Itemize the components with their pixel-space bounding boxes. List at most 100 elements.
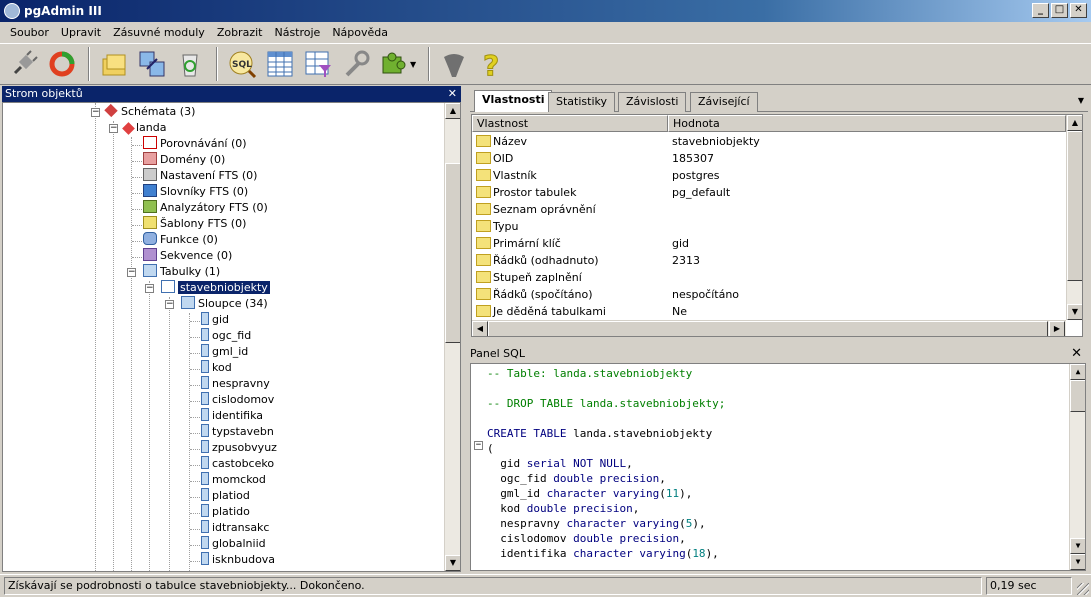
fold-toggle[interactable]: − xyxy=(474,441,483,450)
menu-nastroje[interactable]: Nástroje xyxy=(268,26,326,39)
property-row[interactable]: OID 185307 xyxy=(472,150,1066,167)
resize-grip[interactable] xyxy=(1077,583,1089,595)
property-value: postgres xyxy=(672,169,720,182)
maximize-button[interactable]: □ xyxy=(1051,3,1068,18)
tree-node-nastaveni-fts[interactable]: Nastavení FTS (0) xyxy=(143,168,257,184)
scroll-up-button[interactable]: ▲ xyxy=(445,103,460,119)
tree-node-domeny[interactable]: Domény (0) xyxy=(143,152,225,168)
property-row[interactable]: Typu xyxy=(472,218,1066,235)
menu-zobrazit[interactable]: Zobrazit xyxy=(211,26,269,39)
menu-soubor[interactable]: Soubor xyxy=(4,26,55,39)
scroll-up-button[interactable]: ▲ xyxy=(1070,364,1085,380)
scrollbar-thumb[interactable] xyxy=(1070,380,1085,412)
property-row[interactable]: Prostor tabulek pg_default xyxy=(472,184,1066,201)
close-window-button[interactable]: ✕ xyxy=(1070,3,1087,18)
scrollbar-thumb[interactable] xyxy=(445,163,460,343)
tree-node-column[interactable]: isknbudova xyxy=(201,552,275,568)
column-label: castobceko xyxy=(212,457,275,470)
column-label: zpusobvyuz xyxy=(212,441,277,454)
property-name: Primární klíč xyxy=(493,237,561,250)
tree-node-funkce[interactable]: Funkce (0) xyxy=(143,232,218,248)
property-row[interactable]: Řádků (odhadnuto) 2313 xyxy=(472,252,1066,269)
tree-node-column[interactable]: platiod xyxy=(201,488,250,504)
column-header-hodnota[interactable]: Hodnota xyxy=(668,115,1066,132)
menu-upravit[interactable]: Upravit xyxy=(55,26,107,39)
filter-icon[interactable] xyxy=(300,46,336,82)
tree-node-column[interactable]: ogc_fid xyxy=(201,328,251,344)
scroll-down-button[interactable]: ▼ xyxy=(1070,538,1085,554)
tab-vlastnosti[interactable]: Vlastnosti xyxy=(474,90,553,112)
tree-node-column[interactable]: gml_id xyxy=(201,344,248,360)
property-value: Ne xyxy=(672,305,687,318)
tree-node-column[interactable]: globalniid xyxy=(201,536,266,552)
tree-node-stavebniobjekty[interactable]: stavebniobjekty xyxy=(161,280,270,296)
scroll-down-button[interactable]: ▼ xyxy=(445,555,460,571)
tree-node-column[interactable]: idtransakc xyxy=(201,520,269,536)
scroll-down-button[interactable]: ▼ xyxy=(1067,304,1082,320)
recycle-icon[interactable] xyxy=(172,46,208,82)
tree-node-column[interactable]: cislodomov xyxy=(201,392,274,408)
scroll-left-button[interactable]: ◀ xyxy=(472,321,488,336)
collapse-toggle[interactable]: − xyxy=(127,268,136,277)
tree-node-column[interactable]: gid xyxy=(201,312,229,328)
close-icon[interactable]: ✕ xyxy=(448,86,457,102)
tree-node-landa[interactable]: landa xyxy=(122,120,167,136)
tree-node-analyzatory-fts[interactable]: Analyzátory FTS (0) xyxy=(143,200,268,216)
chevron-down-icon[interactable]: ▼ xyxy=(1078,96,1084,105)
tree-node-column[interactable]: castobceko xyxy=(201,456,274,472)
menu-napoveda[interactable]: Nápověda xyxy=(326,26,394,39)
tree-node-column[interactable]: kod xyxy=(201,360,232,376)
tree-node-schemata[interactable]: Schémata (3) xyxy=(104,103,195,120)
help-icon[interactable]: ? xyxy=(474,46,510,82)
property-row[interactable]: Název stavebniobjekty xyxy=(472,133,1066,150)
collapse-toggle[interactable]: − xyxy=(165,300,174,309)
scrollbar-thumb[interactable] xyxy=(488,321,1048,336)
wrench-icon[interactable] xyxy=(338,46,374,82)
scroll-right-button[interactable]: ▶ xyxy=(1049,321,1065,336)
sql-line: -- DROP TABLE landa.stavebniobjekty; xyxy=(487,397,726,410)
tab-zavislosti[interactable]: Závislosti xyxy=(618,92,687,112)
column-label: momckod xyxy=(212,473,266,486)
tree-node-sloupce[interactable]: Sloupce (34) xyxy=(181,296,268,312)
tree-node-slovniky-fts[interactable]: Slovníky FTS (0) xyxy=(143,184,248,200)
close-icon[interactable]: ✕ xyxy=(1071,345,1082,362)
puzzle-icon[interactable] xyxy=(376,46,412,82)
tree-node-column[interactable]: platido xyxy=(201,504,250,520)
column-header-vlastnost[interactable]: Vlastnost xyxy=(472,115,668,132)
scroll-up-button[interactable]: ▲ xyxy=(1067,115,1082,131)
property-row[interactable]: Vlastník postgres xyxy=(472,167,1066,184)
elephant-icon[interactable] xyxy=(436,46,472,82)
tree-node-porovnavani[interactable]: Porovnávání (0) xyxy=(143,136,247,152)
scroll-down-button[interactable]: ▼ xyxy=(1070,554,1085,570)
property-row[interactable]: Řádků (spočítáno) nespočítáno xyxy=(472,286,1066,303)
collapse-toggle[interactable]: − xyxy=(91,108,100,117)
scrollbar-thumb[interactable] xyxy=(1067,131,1082,281)
tree-node-column[interactable]: typstavebn xyxy=(201,424,274,440)
plug-icon[interactable] xyxy=(6,46,42,82)
collapse-toggle[interactable]: − xyxy=(109,124,118,133)
refresh-icon[interactable] xyxy=(44,46,80,82)
collapse-toggle[interactable]: − xyxy=(145,284,154,293)
tree-node-column[interactable]: momckod xyxy=(201,472,266,488)
sql-icon[interactable]: SQL xyxy=(224,46,260,82)
tree-node-column[interactable]: nespravny xyxy=(201,376,270,392)
menu-zasuvne-moduly[interactable]: Zásuvné moduly xyxy=(107,26,211,39)
tree-node-column[interactable]: zpusobvyuz xyxy=(201,440,277,456)
tree-node-tabulky[interactable]: Tabulky (1) xyxy=(143,264,220,280)
property-row[interactable]: Je děděná tabulkami Ne xyxy=(472,303,1066,320)
property-value: pg_default xyxy=(672,186,731,199)
transfer-icon[interactable] xyxy=(134,46,170,82)
folders-icon[interactable] xyxy=(96,46,132,82)
property-row[interactable]: Primární klíč gid xyxy=(472,235,1066,252)
minimize-button[interactable]: _ xyxy=(1032,3,1049,18)
tree-node-column[interactable]: identifika xyxy=(201,408,263,424)
tab-statistiky[interactable]: Statistiky xyxy=(548,92,615,112)
property-row[interactable]: Seznam oprávnění xyxy=(472,201,1066,218)
sql-editor[interactable]: -- Table: landa.stavebniobjekty -- DROP T… xyxy=(470,363,1086,571)
property-row[interactable]: Stupeň zaplnění xyxy=(472,269,1066,286)
status-time: 0,19 sec xyxy=(986,577,1072,595)
tree-node-sablony-fts[interactable]: Šablony FTS (0) xyxy=(143,216,246,232)
tree-node-sekvence[interactable]: Sekvence (0) xyxy=(143,248,232,264)
tab-zavisejici[interactable]: Závisející xyxy=(690,92,758,112)
grid-icon[interactable] xyxy=(262,46,298,82)
